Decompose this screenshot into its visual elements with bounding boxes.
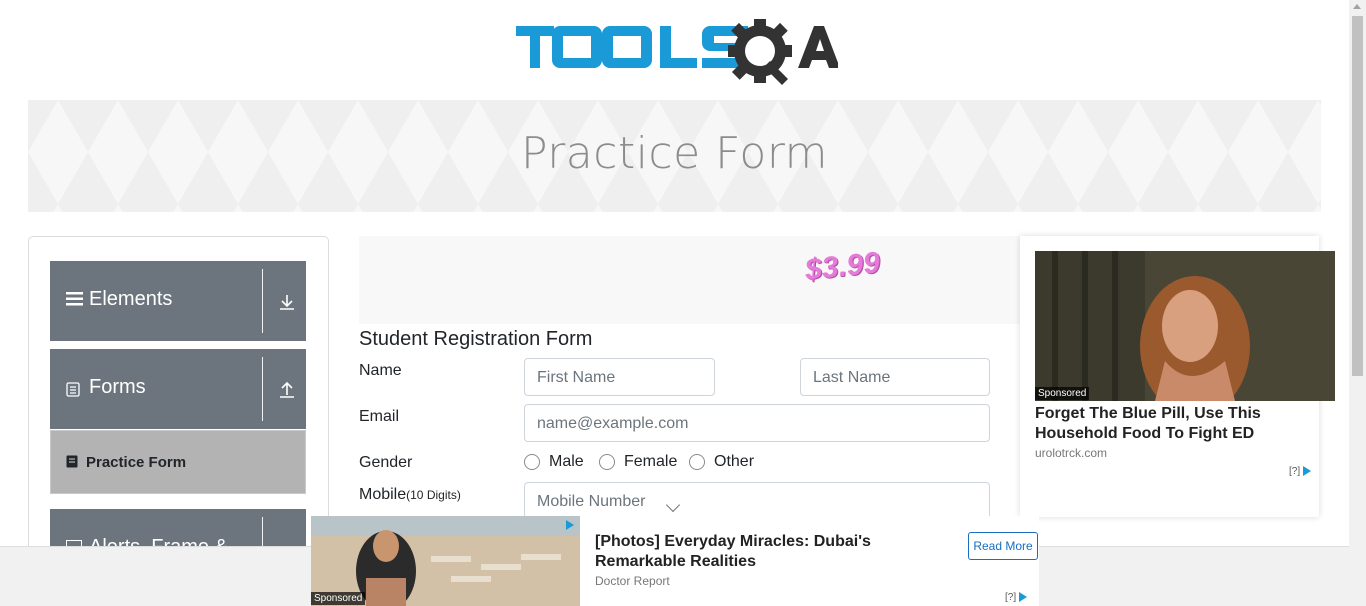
gender-radio-male[interactable]: [524, 454, 540, 470]
adchoices-link[interactable]: [?]: [1289, 466, 1312, 477]
sidebar-group-elements[interactable]: Elements: [50, 261, 306, 341]
ad-domain[interactable]: urolotrck.com: [1035, 446, 1107, 460]
gender-option-female[interactable]: Female: [624, 453, 677, 471]
sidebar-group-label: Elements: [89, 288, 173, 310]
scrollbar-thumb[interactable]: [1352, 16, 1363, 376]
last-name-input[interactable]: Last Name: [800, 358, 990, 396]
ad-headline[interactable]: [Photos] Everyday Miracles: Dubai's Rema…: [595, 532, 935, 572]
gender-radio-female[interactable]: [599, 454, 615, 470]
form-title: Student Registration Form: [359, 328, 593, 350]
page-title: Practice Form: [520, 128, 829, 179]
gender-option-other[interactable]: Other: [714, 453, 754, 471]
top-ad-banner[interactable]: $3.99: [359, 236, 1021, 324]
sponsored-badge: Sponsored: [311, 592, 366, 605]
form-icon: [66, 455, 78, 473]
sidebar-group-forms[interactable]: Forms: [50, 349, 306, 429]
adchoices-text: [?]: [1005, 592, 1017, 603]
sidebar-group-label: Forms: [89, 376, 146, 398]
mobile-hint: (10 Digits): [406, 488, 461, 502]
sidebar: Elements Forms Practice Form: [28, 236, 329, 557]
mobile-label: Mobile(10 Digits): [359, 486, 461, 504]
upload-arrow-icon[interactable]: [278, 381, 296, 399]
divider: [262, 357, 263, 421]
sponsored-badge: Sponsored: [1035, 387, 1090, 400]
mobile-input[interactable]: Mobile Number: [524, 482, 990, 520]
adchoices-icon: [1019, 592, 1028, 603]
ad-photo-woman[interactable]: Sponsored: [1035, 251, 1335, 401]
adchoices-text: [?]: [1289, 466, 1301, 477]
ad-price: $3.99: [803, 246, 882, 287]
toolsqa-logo[interactable]: [516, 17, 838, 91]
ad-headline[interactable]: Forget The Blue Pill, Use This Household…: [1035, 404, 1305, 444]
download-arrow-icon[interactable]: [278, 293, 296, 311]
divider: [262, 269, 263, 333]
sidebar-item-label: Practice Form: [86, 454, 187, 471]
ad-source[interactable]: Doctor Report: [595, 574, 670, 588]
mobile-label-text: Mobile: [359, 486, 407, 503]
hamburger-icon: [66, 292, 83, 311]
name-label: Name: [359, 362, 402, 379]
email-label: Email: [359, 408, 400, 425]
first-name-input[interactable]: First Name: [524, 358, 715, 396]
bottom-ad[interactable]: Sponsored [Photos] Everyday Miracles: Du…: [311, 516, 1039, 606]
page-banner: Practice Form: [28, 100, 1321, 212]
page: Practice Form Elements Forms Practice Fo…: [0, 0, 1366, 606]
right-ad[interactable]: Sponsored Forget The Blue Pill, Use This…: [1020, 236, 1335, 517]
adchoices-link[interactable]: [?]: [1005, 592, 1028, 603]
email-input[interactable]: name@example.com: [524, 404, 990, 442]
document-icon: [66, 382, 80, 402]
adchoices-icon[interactable]: [566, 520, 574, 530]
gender-option-male[interactable]: Male: [549, 453, 584, 471]
gender-radio-other[interactable]: [689, 454, 705, 470]
scroll-up-arrow-icon[interactable]: [1353, 4, 1361, 9]
read-more-button[interactable]: Read More: [968, 532, 1038, 560]
toolsqa-logo-icon: [516, 19, 838, 85]
ad-photo-beach[interactable]: Sponsored: [311, 516, 580, 606]
sidebar-item-practice-form[interactable]: Practice Form: [50, 430, 306, 494]
adchoices-icon: [1303, 466, 1312, 477]
page-scrollbar[interactable]: [1349, 0, 1366, 606]
gender-label: Gender: [359, 454, 413, 471]
